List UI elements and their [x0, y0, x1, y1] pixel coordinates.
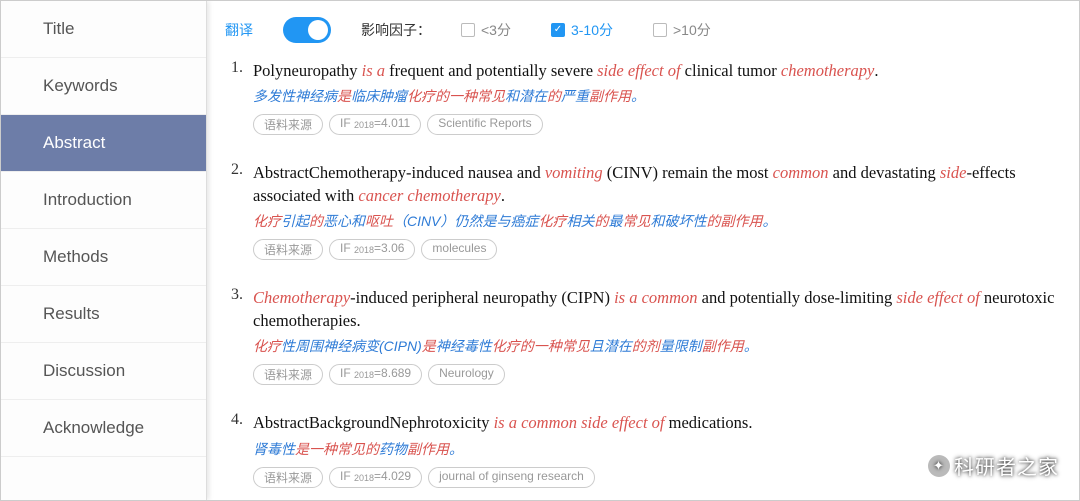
- result-number: 1.: [225, 59, 243, 135]
- tag[interactable]: 语料来源: [253, 467, 323, 488]
- tag[interactable]: IF 2018=4.029: [329, 467, 422, 488]
- tag[interactable]: Neurology: [428, 364, 505, 385]
- result-english: Chemotherapy-induced peripheral neuropat…: [253, 286, 1061, 332]
- tag[interactable]: 语料来源: [253, 364, 323, 385]
- translate-toggle[interactable]: [283, 17, 331, 43]
- checkbox-label: >10分: [673, 20, 711, 40]
- result-body: AbstractChemotherapy-induced nausea and …: [253, 161, 1061, 260]
- result-number: 3.: [225, 286, 243, 385]
- if-filter-option[interactable]: <3分: [461, 20, 511, 40]
- checkbox-icon: [551, 23, 565, 37]
- sidebar-item-abstract[interactable]: Abstract: [1, 115, 206, 172]
- if-filter-option[interactable]: 3-10分: [551, 20, 613, 40]
- result-tags: 语料来源 IF 2018=8.689 Neurology: [253, 364, 1061, 385]
- tag[interactable]: journal of ginseng research: [428, 467, 595, 488]
- main-panel: 翻译 影响因子： <3分 3-10分 >10分 1. Polyneuropathy i…: [207, 1, 1079, 500]
- result-chinese: 多发性神经病是临床肿瘤化疗的一种常见和潜在的严重副作用。: [253, 86, 1061, 106]
- tag[interactable]: molecules: [421, 239, 497, 260]
- result-tags: 语料来源 IF 2018=3.06 molecules: [253, 239, 1061, 260]
- result-body: Polyneuropathy is a frequent and potenti…: [253, 59, 1061, 135]
- tag[interactable]: 语料来源: [253, 114, 323, 135]
- result-number: 2.: [225, 161, 243, 260]
- result-item: 3.Chemotherapy-induced peripheral neurop…: [225, 286, 1061, 385]
- if-filter-option[interactable]: >10分: [653, 20, 711, 40]
- tag[interactable]: IF 2018=3.06: [329, 239, 415, 260]
- app-container: TitleKeywordsAbstractIntroductionMethods…: [0, 0, 1080, 501]
- result-english: Polyneuropathy is a frequent and potenti…: [253, 59, 1061, 82]
- result-english: AbstractChemotherapy-induced nausea and …: [253, 161, 1061, 207]
- tag[interactable]: IF 2018=4.011: [329, 114, 421, 135]
- checkbox-icon: [653, 23, 667, 37]
- result-body: Chemotherapy-induced peripheral neuropat…: [253, 286, 1061, 385]
- tag[interactable]: IF 2018=8.689: [329, 364, 422, 385]
- sidebar-item-discussion[interactable]: Discussion: [1, 343, 206, 400]
- filter-bar: 翻译 影响因子： <3分 3-10分 >10分: [225, 11, 1061, 59]
- sidebar-item-acknowledge[interactable]: Acknowledge: [1, 400, 206, 457]
- sidebar: TitleKeywordsAbstractIntroductionMethods…: [1, 1, 207, 500]
- sidebar-item-methods[interactable]: Methods: [1, 229, 206, 286]
- wechat-icon: ✦: [928, 455, 950, 477]
- watermark: ✦ 科研者之家: [928, 451, 1059, 480]
- result-english: AbstractBackgroundNephrotoxicity is a co…: [253, 411, 1061, 434]
- result-item: 1. Polyneuropathy is a frequent and poten…: [225, 59, 1061, 135]
- checkbox-icon: [461, 23, 475, 37]
- sidebar-item-introduction[interactable]: Introduction: [1, 172, 206, 229]
- if-filter-group: <3分 3-10分 >10分: [461, 20, 711, 40]
- sidebar-item-keywords[interactable]: Keywords: [1, 58, 206, 115]
- result-chinese: 化疗性周围神经病变(CIPN)是神经毒性化疗的一种常见且潜在的剂量限制副作用。: [253, 336, 1061, 356]
- tag[interactable]: Scientific Reports: [427, 114, 542, 135]
- sidebar-item-results[interactable]: Results: [1, 286, 206, 343]
- sidebar-item-title[interactable]: Title: [1, 1, 206, 58]
- result-item: 2.AbstractChemotherapy-induced nausea an…: [225, 161, 1061, 260]
- checkbox-label: 3-10分: [571, 20, 613, 40]
- watermark-text: 科研者之家: [954, 451, 1059, 480]
- results-list: 1. Polyneuropathy is a frequent and poten…: [225, 59, 1061, 488]
- tag[interactable]: 语料来源: [253, 239, 323, 260]
- checkbox-label: <3分: [481, 20, 511, 40]
- impact-factor-label: 影响因子：: [361, 20, 431, 40]
- result-chinese: 化疗引起的恶心和呕吐（CINV）仍然是与癌症化疗相关的最常见和破坏性的副作用。: [253, 211, 1061, 231]
- result-number: 4.: [225, 411, 243, 487]
- translate-label: 翻译: [225, 20, 253, 40]
- result-tags: 语料来源 IF 2018=4.011 Scientific Reports: [253, 114, 1061, 135]
